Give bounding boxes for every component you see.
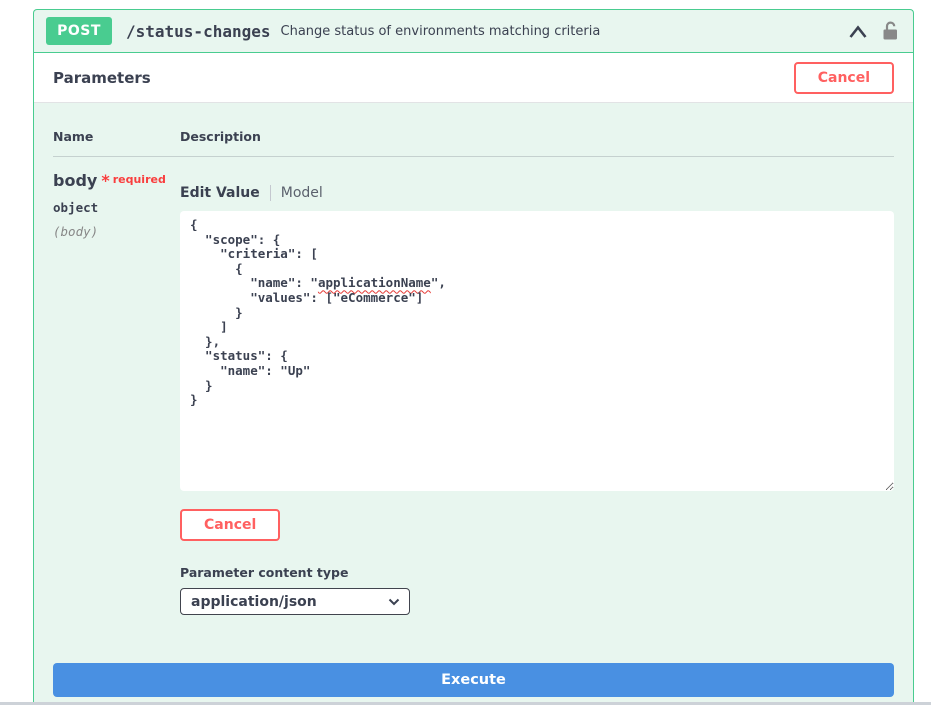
operation-summary[interactable]: POST /status-changes Change status of en…	[34, 10, 913, 53]
required-label: required	[113, 173, 166, 186]
try-out-cancel-button[interactable]: Cancel	[794, 62, 894, 94]
swagger-operation-page: POST /status-changes Change status of en…	[0, 0, 931, 705]
parameter-name-cell: body*required object (body)	[53, 171, 180, 615]
execute-button[interactable]: Execute	[53, 663, 894, 697]
content-type-label: Parameter content type	[180, 565, 894, 580]
parameter-name: body*required	[53, 171, 180, 190]
unlocked-padlock-icon	[882, 20, 899, 42]
endpoint-summary: Change status of environments matching c…	[281, 24, 837, 39]
tab-model[interactable]: Model	[270, 185, 323, 201]
tab-edit-value[interactable]: Edit Value	[180, 185, 270, 201]
parameters-title: Parameters	[53, 69, 151, 87]
content-type-select[interactable]: application/json	[180, 588, 410, 615]
content-type-select-wrap: application/json	[180, 588, 410, 615]
chevron-up-icon	[848, 24, 868, 39]
execute-wrapper: Execute	[53, 663, 894, 697]
opblock-post: POST /status-changes Change status of en…	[33, 9, 914, 703]
parameters-section-header: Parameters Cancel	[34, 53, 913, 103]
parameter-description-cell: Edit Value Model { "scope": { "criteria"…	[180, 171, 894, 615]
parameter-row-body: body*required object (body) Edit Value M…	[53, 157, 894, 615]
body-editor-tabs: Edit Value Model	[180, 185, 894, 201]
col-header-description: Description	[180, 129, 894, 144]
parameters-content: Name Description body*required object (b…	[34, 103, 913, 697]
col-header-name: Name	[53, 129, 180, 144]
parameter-location: (body)	[53, 224, 180, 239]
endpoint-path: /status-changes	[126, 22, 271, 41]
parameter-type: object	[53, 200, 180, 215]
collapse-button[interactable]	[846, 22, 870, 41]
required-asterisk: *	[101, 171, 109, 190]
body-editor[interactable]: { "scope": { "criteria": [ { "name": "ap…	[180, 211, 894, 491]
auth-lock-button[interactable]	[880, 18, 901, 44]
http-method-badge: POST	[46, 17, 112, 45]
body-edit-cancel-button[interactable]: Cancel	[180, 509, 280, 541]
parameters-table-header: Name Description	[53, 129, 894, 157]
